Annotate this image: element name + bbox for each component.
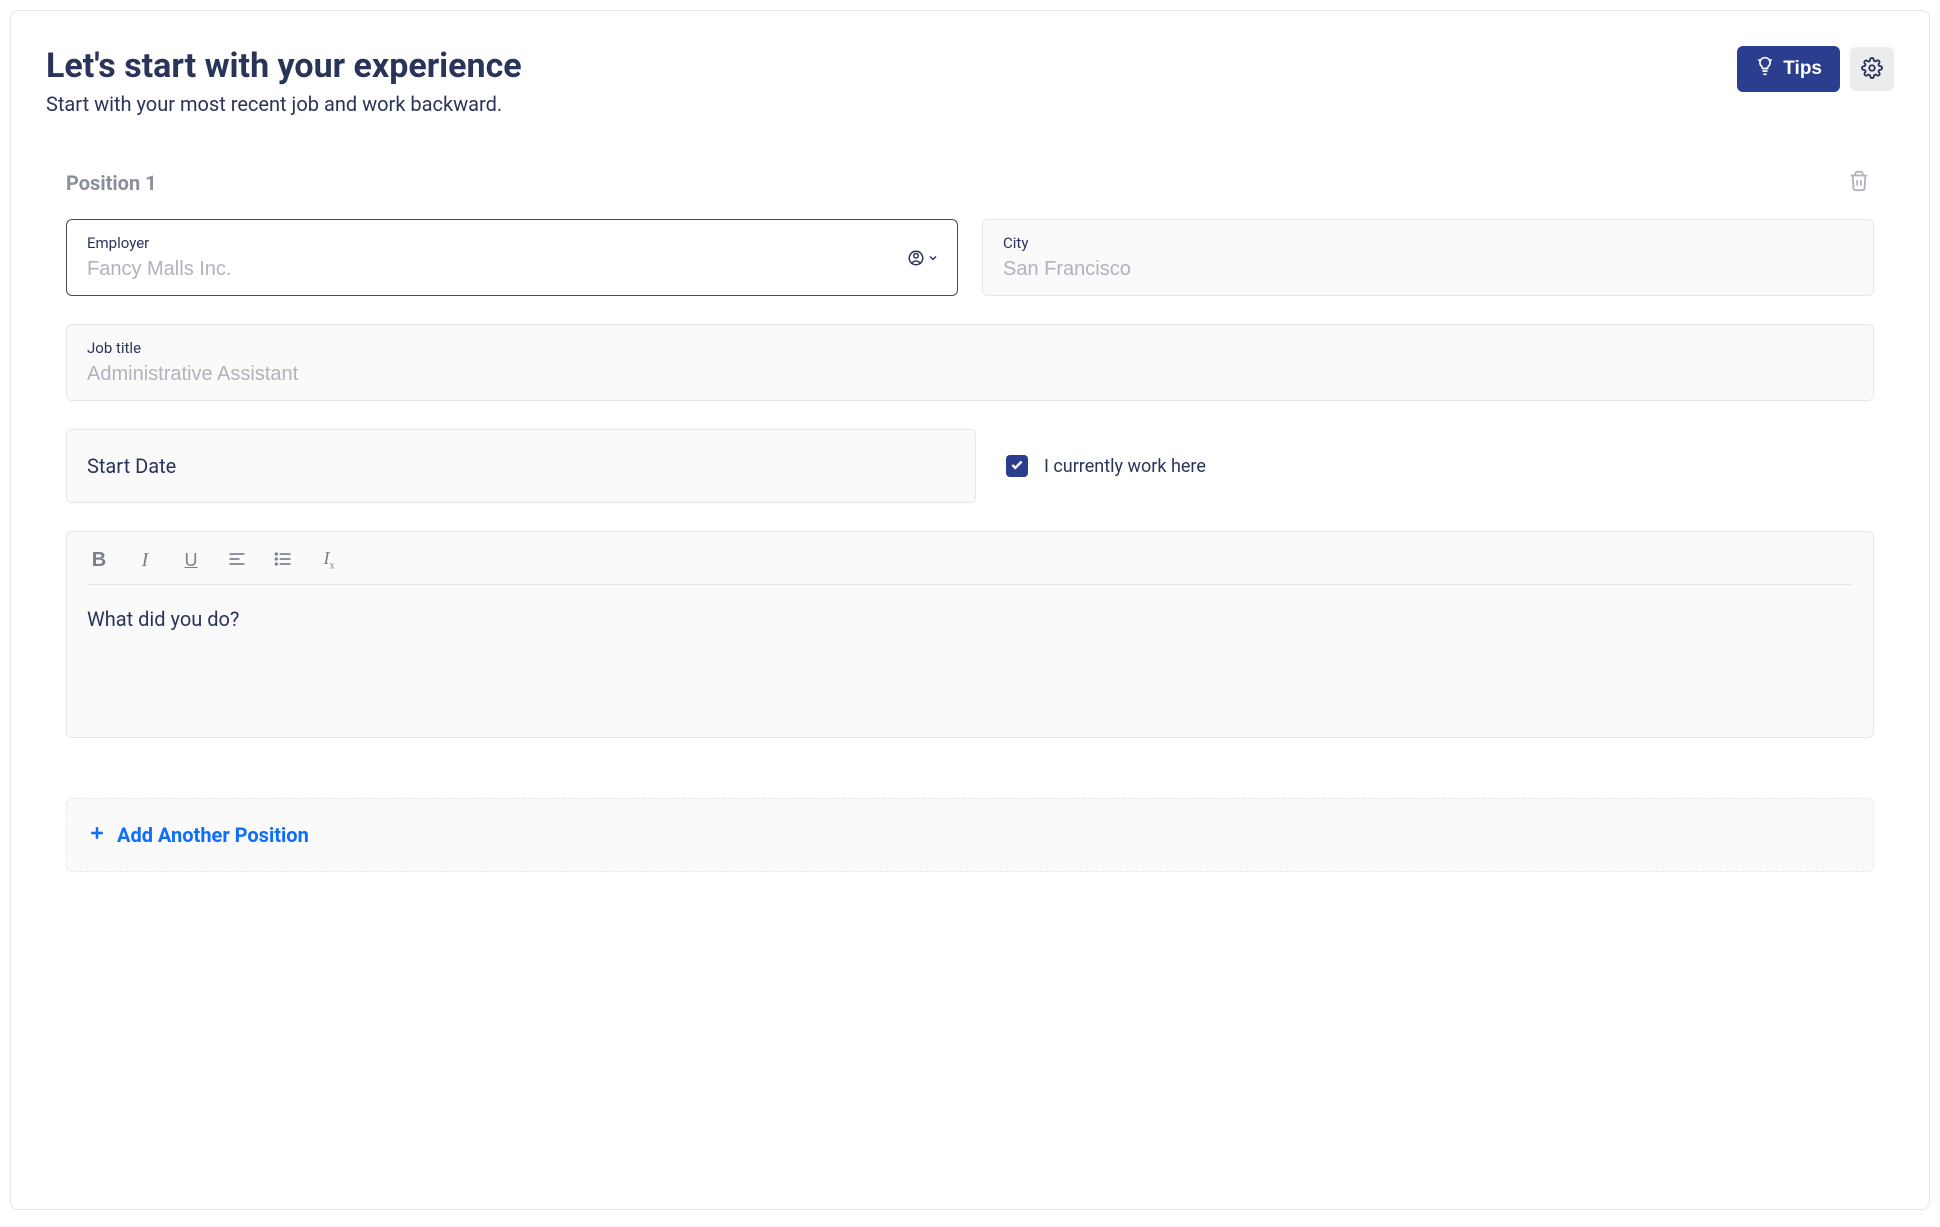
employer-input[interactable]	[87, 258, 937, 281]
gear-icon	[1861, 57, 1883, 82]
employer-field[interactable]: Employer	[66, 219, 958, 296]
header-actions: Tips	[1737, 46, 1894, 92]
jobtitle-input[interactable]	[87, 363, 1853, 386]
settings-button[interactable]	[1850, 47, 1894, 91]
tips-label: Tips	[1783, 58, 1822, 80]
city-field[interactable]: City	[982, 219, 1874, 296]
page-title: Let's start with your experience	[46, 46, 522, 86]
description-editor: B I U Ix What did you do?	[66, 531, 1874, 738]
position-section: Position 1 Employer	[46, 166, 1894, 738]
clear-format-button[interactable]: Ix	[317, 548, 341, 572]
city-input[interactable]	[1003, 258, 1853, 281]
align-button[interactable]	[225, 548, 249, 572]
employer-autofill-icon[interactable]	[907, 249, 939, 267]
bold-icon: B	[92, 549, 106, 572]
bold-button[interactable]: B	[87, 548, 111, 572]
check-icon	[1010, 457, 1024, 476]
date-row: Start Date I currently work here	[66, 429, 1874, 503]
clear-format-icon: Ix	[324, 548, 335, 572]
currently-work-label: I currently work here	[1044, 456, 1206, 477]
currently-work-checkbox[interactable]	[1006, 455, 1028, 477]
jobtitle-field[interactable]: Job title	[66, 324, 1874, 401]
lightbulb-icon	[1755, 56, 1775, 82]
delete-position-button[interactable]	[1844, 166, 1874, 199]
jobtitle-row: Job title	[66, 324, 1874, 401]
italic-icon: I	[142, 549, 149, 572]
position-label: Position 1	[66, 171, 157, 195]
description-textarea[interactable]: What did you do?	[87, 607, 1853, 717]
page-subtitle: Start with your most recent job and work…	[46, 92, 522, 116]
editor-toolbar: B I U Ix	[87, 548, 1853, 585]
header-row: Let's start with your experience Start w…	[46, 46, 1894, 116]
employer-city-row: Employer City	[66, 219, 1874, 296]
employer-label: Employer	[87, 234, 937, 252]
list-icon	[273, 549, 293, 572]
start-date-label: Start Date	[87, 454, 176, 478]
jobtitle-label: Job title	[87, 339, 1853, 357]
underline-button[interactable]: U	[179, 548, 203, 572]
italic-button[interactable]: I	[133, 548, 157, 572]
tips-button[interactable]: Tips	[1737, 46, 1840, 92]
start-date-field[interactable]: Start Date	[66, 429, 976, 503]
header-text: Let's start with your experience Start w…	[46, 46, 522, 116]
trash-icon	[1848, 180, 1870, 195]
plus-icon	[87, 823, 107, 847]
align-icon	[227, 549, 247, 572]
city-label: City	[1003, 234, 1853, 252]
currently-work-wrap: I currently work here	[1000, 429, 1874, 503]
underline-icon: U	[185, 550, 198, 571]
position-header: Position 1	[66, 166, 1874, 199]
form-container: Let's start with your experience Start w…	[10, 10, 1930, 1210]
add-position-button[interactable]: Add Another Position	[66, 798, 1874, 872]
add-position-label: Add Another Position	[117, 823, 309, 847]
list-button[interactable]	[271, 548, 295, 572]
